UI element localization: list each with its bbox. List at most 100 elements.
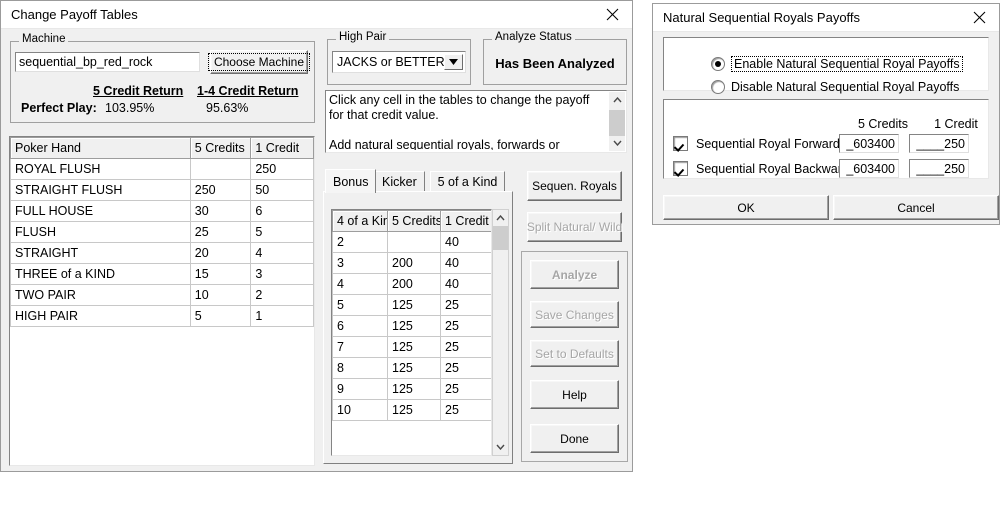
- close-icon[interactable]: [592, 1, 632, 28]
- bonus-cell-kind[interactable]: 9: [332, 378, 388, 400]
- poker-cell-5credits[interactable]: 5: [189, 305, 252, 327]
- tab-5-of-a-kind[interactable]: 5 of a Kind: [429, 171, 506, 192]
- poker-cell-1credit[interactable]: 3: [250, 263, 314, 285]
- chevron-down-icon[interactable]: [444, 54, 463, 70]
- table-row[interactable]: STRAIGHT 20 4: [10, 242, 314, 264]
- sequen-royals-button[interactable]: Sequen. Royals: [527, 171, 622, 201]
- poker-cell-5credits[interactable]: 20: [189, 242, 252, 264]
- poker-cell-5credits[interactable]: 4000: [189, 158, 252, 180]
- bonus-cell-5credits[interactable]: 125: [387, 399, 441, 421]
- table-row[interactable]: 10 125 25: [332, 399, 491, 421]
- poker-cell-1credit[interactable]: 5: [250, 221, 314, 243]
- bonus-cell-1credit[interactable]: 25: [440, 294, 491, 316]
- chevron-down-icon[interactable]: [609, 135, 625, 151]
- bonus-cell-5credits[interactable]: 125: [387, 378, 441, 400]
- table-row[interactable]: HIGH PAIR 5 1: [10, 305, 314, 327]
- poker-cell-1credit[interactable]: 2: [250, 284, 314, 306]
- bonus-cell-1credit[interactable]: 25: [440, 336, 491, 358]
- poker-cell-hand[interactable]: HIGH PAIR: [10, 305, 191, 327]
- bonus-cell-kind[interactable]: 7: [332, 336, 388, 358]
- machine-name-input[interactable]: sequential_bp_red_rock: [15, 52, 200, 72]
- table-row[interactable]: TWO PAIR 10 2: [10, 284, 314, 306]
- close-icon[interactable]: [959, 4, 999, 31]
- done-button[interactable]: Done: [530, 424, 619, 453]
- checkbox-icon[interactable]: [673, 136, 688, 151]
- bonus-cell-5credits[interactable]: 125: [387, 294, 441, 316]
- bonus-col-5credits[interactable]: 5 Credits: [387, 210, 441, 232]
- poker-cell-1credit[interactable]: 250: [250, 158, 314, 180]
- table-row[interactable]: 4 200 40: [332, 273, 491, 295]
- ok-button[interactable]: OK: [663, 195, 829, 220]
- poker-cell-hand[interactable]: ROYAL FLUSH: [10, 158, 191, 180]
- forward-1credit-input[interactable]: ____250: [909, 134, 969, 153]
- checkbox-sequential-royal-backwards[interactable]: Sequential Royal Backwards: [673, 161, 855, 176]
- table-row[interactable]: ROYAL FLUSH 4000 250: [10, 158, 314, 180]
- bonus-cell-kind[interactable]: 4: [332, 273, 388, 295]
- choose-machine-button[interactable]: Choose Machine: [207, 50, 311, 74]
- poker-cell-hand[interactable]: STRAIGHT: [10, 242, 191, 264]
- bonus-cell-5credits[interactable]: 125: [387, 315, 441, 337]
- table-row[interactable]: STRAIGHT FLUSH 250 50: [10, 179, 314, 201]
- scrollbar-thumb[interactable]: [493, 226, 508, 250]
- bonus-cell-5credits[interactable]: 200: [387, 273, 441, 295]
- help-button[interactable]: Help: [530, 380, 619, 409]
- poker-hand-table[interactable]: Poker Hand 5 Credits 1 Credit ROYAL FLUS…: [10, 137, 314, 327]
- table-row[interactable]: FLUSH 25 5: [10, 221, 314, 243]
- bonus-cell-5credits[interactable]: 200: [387, 252, 441, 274]
- table-row[interactable]: FULL HOUSE 30 6: [10, 200, 314, 222]
- bonus-cell-5credits[interactable]: 200: [387, 231, 441, 253]
- table-row[interactable]: 7 125 25: [332, 336, 491, 358]
- bonus-col-1credit[interactable]: 1 Credit: [440, 210, 491, 232]
- poker-col-hand[interactable]: Poker Hand: [10, 137, 191, 159]
- poker-cell-5credits[interactable]: 10: [189, 284, 252, 306]
- bonus-cell-kind[interactable]: 6: [332, 315, 388, 337]
- bonus-col-kind[interactable]: 4 of a Kind: [332, 210, 388, 232]
- table-row[interactable]: 6 125 25: [332, 315, 491, 337]
- poker-cell-1credit[interactable]: 6: [250, 200, 314, 222]
- backwards-1credit-input[interactable]: ____250: [909, 159, 969, 178]
- poker-cell-1credit[interactable]: 1: [250, 305, 314, 327]
- poker-cell-5credits[interactable]: 15: [189, 263, 252, 285]
- chevron-up-icon[interactable]: [493, 210, 508, 226]
- chevron-up-icon[interactable]: [609, 92, 625, 108]
- radio-disable-natural-sequential[interactable]: Disable Natural Sequential Royal Payoffs: [711, 80, 959, 94]
- poker-cell-1credit[interactable]: 4: [250, 242, 314, 264]
- forward-5credits-input[interactable]: _603400: [839, 134, 899, 153]
- poker-cell-hand[interactable]: THREE of a KIND: [10, 263, 191, 285]
- poker-cell-1credit[interactable]: 50: [250, 179, 314, 201]
- chevron-down-icon[interactable]: [493, 439, 508, 455]
- scrollbar-thumb[interactable]: [609, 110, 625, 136]
- table-row[interactable]: 5 125 25: [332, 294, 491, 316]
- table-row[interactable]: 8 125 25: [332, 357, 491, 379]
- radio-enable-natural-sequential[interactable]: Enable Natural Sequential Royal Payoffs: [711, 56, 963, 72]
- bonus-cell-5credits[interactable]: 125: [387, 357, 441, 379]
- poker-cell-hand[interactable]: FLUSH: [10, 221, 191, 243]
- bonus-cell-1credit[interactable]: 40: [440, 273, 491, 295]
- table-row[interactable]: 3 200 40: [332, 252, 491, 274]
- high-pair-select[interactable]: JACKS or BETTER: [332, 51, 466, 73]
- cancel-button[interactable]: Cancel: [833, 195, 999, 220]
- poker-col-5credits[interactable]: 5 Credits: [189, 137, 252, 159]
- checkbox-icon[interactable]: [673, 161, 688, 176]
- bonus-cell-kind[interactable]: 5: [332, 294, 388, 316]
- poker-cell-hand[interactable]: STRAIGHT FLUSH: [10, 179, 191, 201]
- tab-kicker[interactable]: Kicker: [374, 171, 425, 192]
- bonus-cell-kind[interactable]: 3: [332, 252, 388, 274]
- backwards-5credits-input[interactable]: _603400: [839, 159, 899, 178]
- radio-button-icon[interactable]: [711, 57, 725, 71]
- bonus-cell-1credit[interactable]: 25: [440, 315, 491, 337]
- poker-cell-5credits[interactable]: 25: [189, 221, 252, 243]
- bonus-table-scrollbar[interactable]: [492, 209, 509, 456]
- bonus-cell-kind[interactable]: 2: [332, 231, 388, 253]
- bonus-table[interactable]: 4 of a Kind 5 Credits 1 Credit 220040320…: [332, 210, 491, 421]
- tab-bonus[interactable]: Bonus: [325, 169, 377, 193]
- bonus-cell-kind[interactable]: 10: [332, 399, 388, 421]
- instructions-scrollbar[interactable]: [609, 92, 625, 151]
- poker-cell-5credits[interactable]: 30: [189, 200, 252, 222]
- table-row[interactable]: 9 125 25: [332, 378, 491, 400]
- poker-cell-5credits[interactable]: 250: [189, 179, 252, 201]
- poker-cell-hand[interactable]: FULL HOUSE: [10, 200, 191, 222]
- poker-cell-hand[interactable]: TWO PAIR: [10, 284, 191, 306]
- table-row[interactable]: THREE of a KIND 15 3: [10, 263, 314, 285]
- bonus-cell-1credit[interactable]: 25: [440, 357, 491, 379]
